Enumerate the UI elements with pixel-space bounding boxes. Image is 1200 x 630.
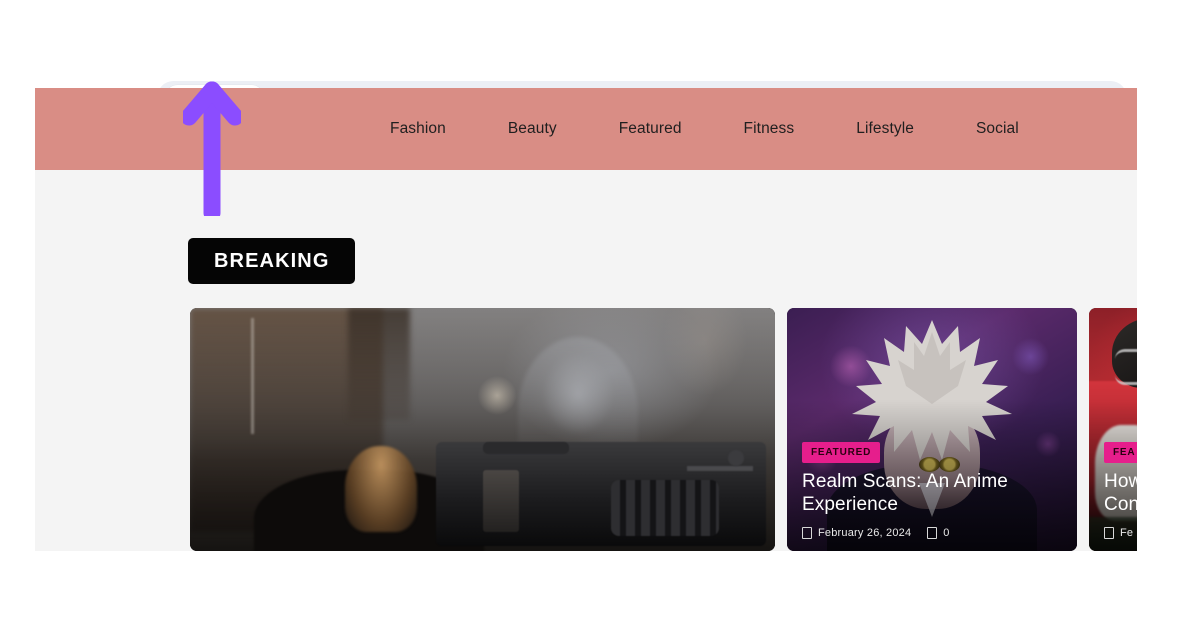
- article-title-line1: How: [1104, 470, 1137, 492]
- photo-operator-head: [345, 445, 418, 532]
- article-title[interactable]: How Con: [1104, 470, 1137, 518]
- nav-item-beauty[interactable]: Beauty: [508, 120, 557, 138]
- meta-comments-group: 0: [927, 527, 949, 539]
- article-meta: Fe: [1104, 527, 1137, 539]
- nav-item-lifestyle[interactable]: Lifestyle: [856, 120, 914, 138]
- breaking-badge: BREAKING: [188, 238, 356, 284]
- category-badge-featured[interactable]: FEATURED: [802, 441, 881, 463]
- article-comment-count: 0: [943, 527, 950, 539]
- article-card-realm-scans[interactable]: FEATURED Realm Scans: An Anime Experienc…: [787, 308, 1077, 551]
- photo-camera-monitor: [482, 469, 519, 532]
- nav-item-fitness[interactable]: Fitness: [744, 120, 795, 138]
- meta-date-group: Fe: [1104, 527, 1133, 539]
- page-viewport: Fashion Beauty Featured Fitness Lifestyl…: [35, 88, 1137, 551]
- nav-item-featured[interactable]: Featured: [619, 120, 682, 138]
- comment-icon: [927, 527, 938, 539]
- featured-card-strip: FEATURED Realm Scans: An Anime Experienc…: [190, 308, 1137, 551]
- main-navigation: Fashion Beauty Featured Fitness Lifestyl…: [35, 88, 1137, 170]
- category-badge-featured[interactable]: FEA: [1104, 441, 1137, 463]
- article-card-main[interactable]: [190, 308, 775, 551]
- photo-camera-rod: [687, 465, 754, 471]
- article-date: February 26, 2024: [818, 527, 912, 539]
- article-card-body: FEATURED Realm Scans: An Anime Experienc…: [802, 441, 1065, 539]
- screenshot-stage: Not secure urbansoutfitter.com Fashion B…: [0, 0, 1200, 630]
- page-right-cutoff: [1137, 88, 1200, 551]
- meta-date-group: February 26, 2024: [802, 527, 911, 539]
- photo-camera-lens: [611, 480, 720, 537]
- article-image-capitol: [190, 308, 775, 551]
- article-card-third[interactable]: 7 FEA HowCon Fe: [1089, 308, 1137, 551]
- nav-item-fashion[interactable]: Fashion: [390, 120, 446, 138]
- article-date: Fe: [1120, 527, 1134, 539]
- article-meta: February 26, 2024 0: [802, 527, 1065, 539]
- article-card-body: FEA How Con Fe: [1104, 441, 1137, 539]
- photo-camera-handle: [482, 441, 569, 454]
- article-title[interactable]: Realm Scans: An Anime Experience: [802, 470, 1065, 518]
- article-title-line2: Con: [1104, 494, 1137, 516]
- nav-item-social[interactable]: Social: [976, 120, 1019, 138]
- browser-toolbar: Not secure urbansoutfitter.com: [0, 31, 1200, 114]
- calendar-icon: [1104, 527, 1114, 539]
- photo-tower: [347, 308, 410, 420]
- photo-pole: [251, 317, 255, 435]
- photo-facemask: [1115, 349, 1137, 386]
- calendar-icon: [802, 527, 812, 539]
- site-header: Fashion Beauty Featured Fitness Lifestyl…: [35, 88, 1137, 170]
